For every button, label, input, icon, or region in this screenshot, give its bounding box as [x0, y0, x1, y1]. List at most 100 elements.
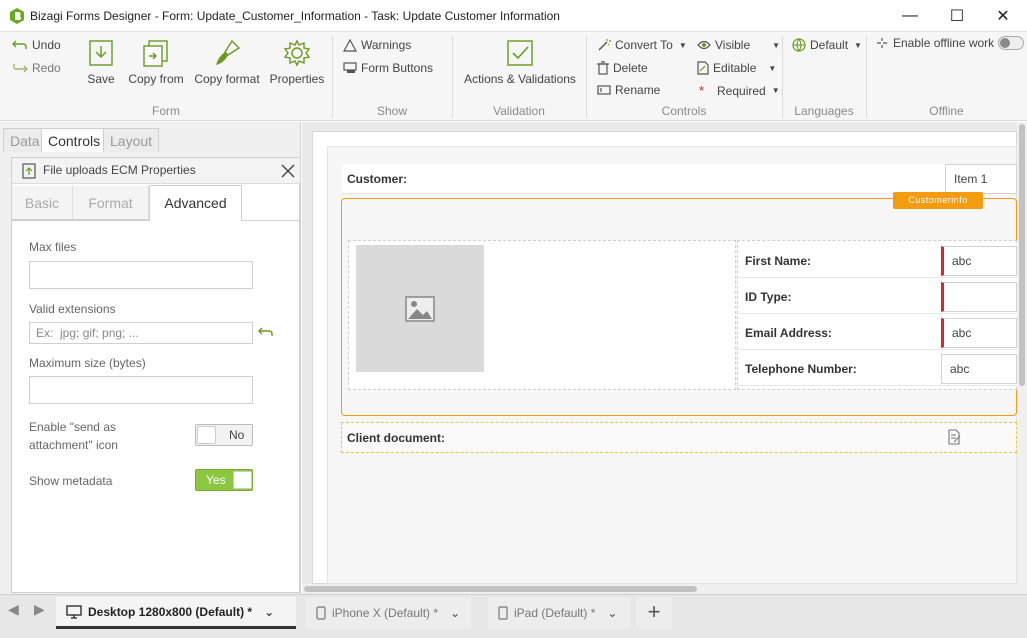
undo-icon	[12, 40, 27, 49]
first-name-label: First Name:	[745, 254, 812, 268]
delete-label: Delete	[613, 61, 648, 75]
eye-icon	[697, 40, 711, 50]
rename-icon	[597, 85, 611, 95]
show-metadata-toggle[interactable]: Yes	[195, 469, 253, 491]
copy-from-label: Copy from	[128, 72, 184, 86]
device-tab-ipad[interactable]: iPad (Default) * ⌄	[488, 597, 630, 629]
email-address-input[interactable]: abc	[941, 318, 1017, 348]
device-tab-desktop[interactable]: Desktop 1280x800 (Default) * ⌄	[56, 597, 296, 629]
save-button[interactable]: Save	[84, 38, 118, 86]
max-files-input[interactable]	[29, 261, 253, 289]
image-icon	[405, 296, 435, 322]
visible-dropdown[interactable]: Visible ▼	[697, 38, 780, 52]
send-attachment-toggle[interactable]: No	[195, 424, 253, 446]
enable-offline-label: Enable offline work	[893, 36, 995, 50]
horizontal-scrollbar[interactable]	[302, 584, 1017, 594]
toggle-value: No	[229, 428, 245, 442]
editable-dropdown[interactable]: Editable ▼	[697, 61, 776, 75]
subtab-advanced[interactable]: Advanced	[149, 185, 242, 221]
gear-icon	[283, 39, 311, 67]
max-files-label: Max files	[29, 240, 77, 254]
tab-controls[interactable]: Controls	[41, 128, 108, 152]
chevron-down-icon[interactable]: ⌄	[607, 606, 617, 620]
customer-row[interactable]: Customer: Item 1	[342, 164, 1017, 194]
customer-combo[interactable]: Item 1	[945, 164, 1017, 194]
vertical-scroll-thumb[interactable]	[1019, 124, 1025, 386]
phone-icon	[316, 606, 326, 620]
warnings-toggle[interactable]: Warnings	[343, 38, 411, 52]
scroll-right-icon[interactable]: ▶	[34, 601, 45, 618]
form-buttons-label: Form Buttons	[361, 61, 434, 75]
valid-extensions-input[interactable]	[29, 322, 253, 344]
tab-layout[interactable]: Layout	[103, 128, 160, 152]
convert-to-label: Convert To	[615, 38, 673, 52]
subtab-underline	[12, 220, 149, 221]
subtab-format[interactable]: Format	[73, 186, 149, 220]
bizagi-logo-icon	[10, 8, 24, 24]
minimize-button[interactable]: —	[887, 0, 933, 32]
maximize-button[interactable]: ☐	[934, 0, 980, 32]
delete-button[interactable]: Delete	[597, 61, 648, 75]
actions-validations-label: Actions & Validations	[464, 72, 576, 86]
field-row-first-name[interactable]: First Name: abc	[738, 244, 1017, 278]
document-edit-icon[interactable]	[948, 429, 962, 445]
monitor-icon	[66, 604, 82, 619]
scroll-left-icon[interactable]: ◀	[8, 601, 19, 618]
chevron-down-icon[interactable]: ⌄	[450, 606, 460, 620]
save-icon	[89, 40, 113, 66]
field-row-telephone[interactable]: Telephone Number: abc	[738, 352, 1017, 386]
copy-format-button[interactable]: Copy format	[192, 38, 262, 86]
offline-switch[interactable]	[998, 36, 1025, 50]
actions-validations-button[interactable]: Actions & Validations	[462, 38, 578, 86]
device-tab-iphone[interactable]: iPhone X (Default) * ⌄	[306, 597, 471, 629]
undo-button[interactable]: Undo	[12, 38, 61, 52]
horizontal-scroll-thumb[interactable]	[304, 586, 697, 592]
redo-button[interactable]: Redo	[12, 61, 61, 75]
title-bar: Bizagi Forms Designer - Form: Update_Cus…	[0, 0, 1027, 32]
id-type-input[interactable]	[941, 282, 1017, 312]
undo-label: Undo	[32, 38, 61, 52]
warnings-label: Warnings	[361, 38, 412, 52]
field-row-id-type[interactable]: ID Type:	[738, 280, 1017, 314]
properties-header: File uploads ECM Properties	[12, 158, 300, 184]
device-tabs-bar: ◀ ▶ Desktop 1280x800 (Default) * ⌄ iPhon…	[0, 594, 1027, 638]
field-row-email[interactable]: Email Address: abc	[738, 316, 1017, 350]
client-document-row[interactable]: Client document:	[341, 422, 1017, 453]
switch-knob	[1000, 38, 1011, 48]
enable-offline-toggle[interactable]: Enable offline work	[875, 36, 1025, 50]
chevron-down-icon[interactable]: ⌄	[264, 605, 274, 619]
max-size-label: Maximum size (bytes)	[29, 356, 146, 370]
toggle-value: Yes	[206, 473, 226, 487]
device-iphone-label: iPhone X (Default) *	[332, 606, 439, 620]
language-dropdown[interactable]: Default ▼	[792, 38, 862, 52]
copy-format-label: Copy format	[194, 72, 260, 86]
required-label: Required	[717, 83, 766, 98]
image-placeholder[interactable]	[356, 245, 484, 372]
tablet-icon	[498, 606, 508, 620]
edit-icon	[697, 61, 709, 75]
subtab-basic[interactable]: Basic	[12, 186, 73, 220]
required-dropdown[interactable]: * Required ▼	[699, 83, 780, 98]
add-device-button[interactable]: +	[636, 597, 672, 629]
toggle-knob	[197, 426, 216, 444]
form-buttons-toggle[interactable]: Form Buttons	[343, 61, 433, 75]
copy-from-button[interactable]: Copy from	[126, 38, 186, 86]
properties-button[interactable]: Properties	[268, 38, 326, 86]
convert-to-dropdown[interactable]: Convert To ▼	[597, 38, 687, 52]
default-language-label: Default	[810, 38, 849, 52]
close-window-button[interactable]: ✕	[980, 0, 1026, 32]
client-document-label: Client document:	[347, 431, 445, 445]
group-label-show: Show	[376, 104, 408, 118]
send-attachment-label-line1: Enable "send as	[29, 420, 116, 434]
vertical-scrollbar[interactable]	[1017, 122, 1027, 594]
subtab-underline	[242, 220, 300, 221]
close-icon[interactable]	[280, 163, 296, 179]
properties-title: File uploads ECM Properties	[43, 163, 196, 177]
telephone-number-input[interactable]: abc	[941, 354, 1017, 384]
toggle-knob	[233, 471, 252, 489]
first-name-input[interactable]: abc	[941, 246, 1017, 276]
valid-extensions-label: Valid extensions	[29, 302, 116, 316]
rename-button[interactable]: Rename	[597, 83, 660, 97]
max-size-input[interactable]	[29, 376, 253, 404]
reset-icon[interactable]	[258, 326, 274, 338]
